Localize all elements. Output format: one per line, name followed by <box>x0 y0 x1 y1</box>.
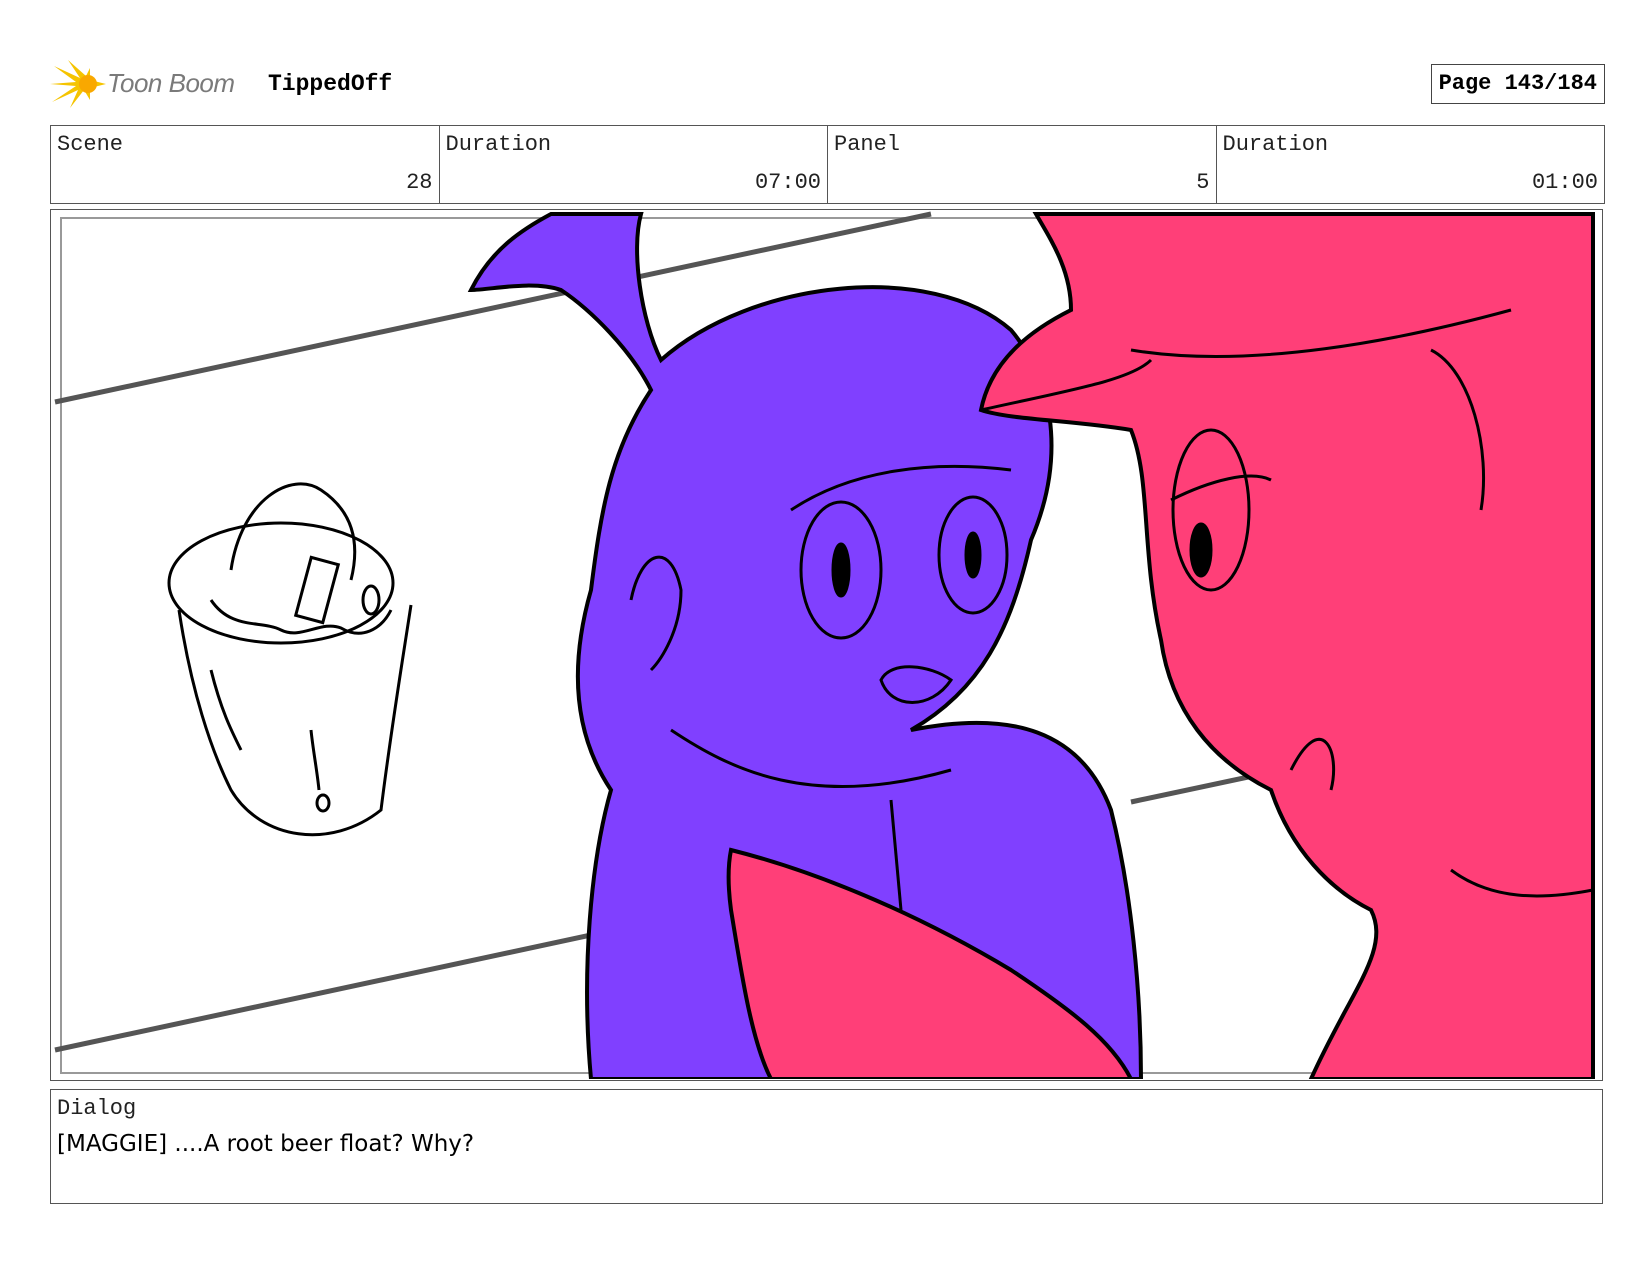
root-beer-float-sketch <box>167 482 413 837</box>
storyboard-header: Toon Boom TippedOff Page 143/184 <box>50 56 1605 112</box>
scene-duration-cell: Duration 07:00 <box>440 126 828 203</box>
panel-duration-label: Duration <box>1222 132 1329 157</box>
storyboard-panel <box>50 209 1603 1081</box>
project-title: TippedOff <box>268 71 393 97</box>
panel-cell: Panel 5 <box>828 126 1217 203</box>
toon-boom-logo: Toon Boom <box>50 56 250 112</box>
scene-value: 28 <box>406 170 433 195</box>
scene-cell: Scene 28 <box>51 126 440 203</box>
panel-duration-value: 01:00 <box>1531 170 1598 195</box>
panel-label: Panel <box>834 132 901 157</box>
dialog-box: Dialog [MAGGIE] ....A root beer float? W… <box>50 1089 1603 1204</box>
starburst-icon <box>50 60 106 108</box>
scene-duration-label: Duration <box>445 132 552 157</box>
logo-text: Toon Boom <box>107 68 235 98</box>
panel-value: 5 <box>1196 170 1210 195</box>
panel-info-row: Scene 28 Duration 07:00 Panel 5 Duration… <box>50 125 1605 204</box>
page-indicator: Page 143/184 <box>1430 64 1605 104</box>
dialog-text: [MAGGIE] ....A root beer float? Why? <box>57 1131 475 1157</box>
scene-label: Scene <box>57 132 124 157</box>
panel-duration-cell: Duration 01:00 <box>1217 126 1605 203</box>
scene-duration-value: 07:00 <box>754 170 821 195</box>
dialog-label: Dialog <box>57 1096 137 1121</box>
panel-drawing <box>54 211 1595 1079</box>
